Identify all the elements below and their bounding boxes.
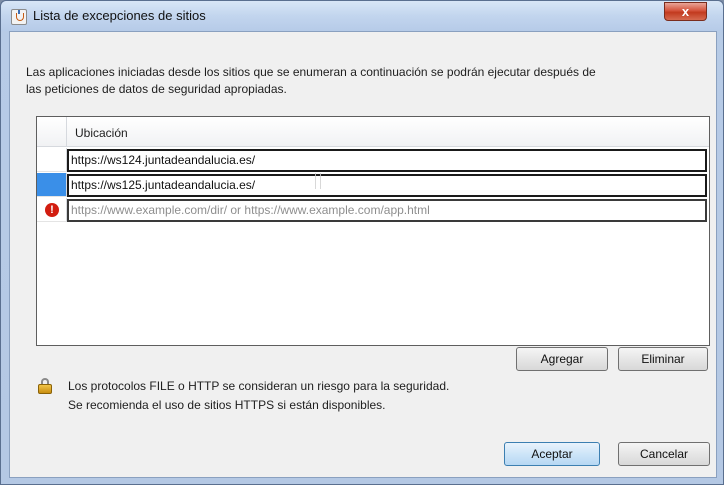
remove-button[interactable]: Eliminar	[618, 347, 708, 371]
description-line-1: Las aplicaciones iniciadas desde los sit…	[26, 65, 596, 79]
location-input[interactable]: https://www.example.com/dir/ or https://…	[67, 199, 707, 222]
add-button[interactable]: Agregar	[516, 347, 608, 371]
security-warning: Los protocolos FILE o HTTP se consideran…	[68, 377, 449, 415]
java-icon	[11, 9, 27, 25]
table-header-corner	[37, 117, 67, 147]
warning-line-2: Se recomienda el uso de sitios HTTPS si …	[68, 398, 386, 412]
text-cursor-icon	[315, 173, 321, 189]
table-row-new[interactable]: ! https://www.example.com/dir/ or https:…	[37, 198, 709, 222]
title-bar[interactable]: Lista de excepciones de sitios x	[1, 1, 723, 31]
location-cell[interactable]: https://ws124.juntadeandalucia.es/	[67, 149, 707, 172]
location-cell[interactable]: https://ws125.juntadeandalucia.es/	[67, 174, 707, 197]
table-header: Ubicación	[37, 117, 709, 147]
column-header-location[interactable]: Ubicación	[75, 126, 128, 140]
cancel-button[interactable]: Cancelar	[618, 442, 710, 466]
lock-icon	[38, 378, 52, 394]
table-row[interactable]: https://ws124.juntadeandalucia.es/	[37, 148, 709, 172]
warning-line-1: Los protocolos FILE o HTTP se consideran…	[68, 379, 450, 393]
table-row[interactable]: https://ws125.juntadeandalucia.es/	[37, 173, 709, 197]
sites-table: Ubicación https://ws124.juntadeandalucia…	[36, 116, 710, 346]
row-marker[interactable]	[37, 148, 67, 172]
description: Las aplicaciones iniciadas desde los sit…	[26, 64, 716, 98]
lock-body	[38, 384, 52, 394]
description-line-2: las peticiones de datos de seguridad apr…	[26, 82, 287, 96]
row-marker: !	[37, 198, 67, 222]
close-button[interactable]: x	[664, 2, 707, 21]
error-icon: !	[45, 203, 59, 217]
row-marker-selected[interactable]	[37, 173, 67, 197]
window-title: Lista de excepciones de sitios	[33, 8, 206, 23]
accept-button[interactable]: Aceptar	[504, 442, 600, 466]
